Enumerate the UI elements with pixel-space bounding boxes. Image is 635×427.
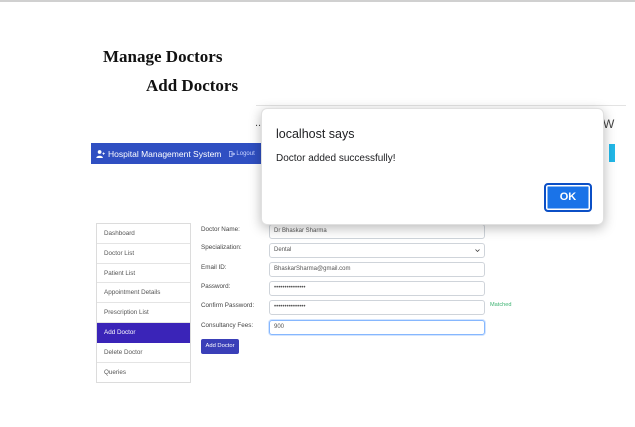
- confirm-password-input[interactable]: •••••••••••••••: [269, 300, 485, 315]
- background-accent-bar: [609, 144, 615, 162]
- specialization-value: Dental: [274, 247, 292, 253]
- background-divider: [256, 105, 626, 106]
- sidebar-item-doctor-list[interactable]: Doctor List: [97, 244, 190, 264]
- sidebar-item-patient-list[interactable]: Patient List: [97, 264, 190, 284]
- password-label: Password:: [201, 283, 231, 290]
- brand-label: Hospital Management System: [108, 148, 222, 159]
- email-input[interactable]: BhaskarSharma@gmail.com: [269, 262, 485, 277]
- window-top-border: [0, 0, 635, 2]
- sidebar-item-queries[interactable]: Queries: [97, 363, 190, 383]
- alert-dialog: localhost says Doctor added successfully…: [261, 108, 604, 225]
- dialog-title: localhost says: [276, 127, 355, 141]
- email-label: Email ID:: [201, 264, 227, 271]
- password-match-status: Matched: [490, 302, 512, 308]
- sidebar-item-dashboard[interactable]: Dashboard: [97, 224, 190, 244]
- doctor-name-input[interactable]: Dr Bhaskar Sharma: [269, 224, 485, 239]
- doctor-name-label: Doctor Name:: [201, 226, 240, 233]
- background-text-fragment-right: W: [603, 117, 615, 131]
- specialization-label: Specialization:: [201, 244, 242, 251]
- user-md-icon: [96, 149, 105, 158]
- logout-label: Logout: [236, 150, 255, 157]
- password-input[interactable]: •••••••••••••••: [269, 281, 485, 296]
- confirm-password-label: Confirm Password:: [201, 302, 255, 309]
- sidebar: Dashboard Doctor List Patient List Appoi…: [96, 223, 191, 384]
- fees-input[interactable]: 900: [269, 320, 485, 335]
- navbar: Hospital Management System Logout: [91, 143, 262, 164]
- navbar-brand[interactable]: Hospital Management System: [96, 149, 221, 159]
- page-title: Manage Doctors: [103, 47, 223, 66]
- sidebar-item-prescription-list[interactable]: Prescription List: [97, 303, 190, 323]
- add-doctor-button[interactable]: Add Doctor: [201, 339, 239, 354]
- logout-link[interactable]: Logout: [229, 150, 255, 157]
- ok-button[interactable]: OK: [544, 183, 592, 212]
- specialization-select[interactable]: Dental: [269, 243, 485, 258]
- fees-label: Consultancy Fees:: [201, 322, 254, 329]
- sidebar-item-add-doctor[interactable]: Add Doctor: [97, 322, 190, 343]
- dialog-message: Doctor added successfully!: [276, 153, 396, 164]
- page-subtitle: Add Doctors: [146, 76, 239, 95]
- sidebar-item-appointment-details[interactable]: Appointment Details: [97, 283, 190, 304]
- sign-out-icon: [229, 150, 236, 157]
- sidebar-item-delete-doctor[interactable]: Delete Doctor: [97, 343, 190, 363]
- chevron-down-icon: [475, 249, 480, 253]
